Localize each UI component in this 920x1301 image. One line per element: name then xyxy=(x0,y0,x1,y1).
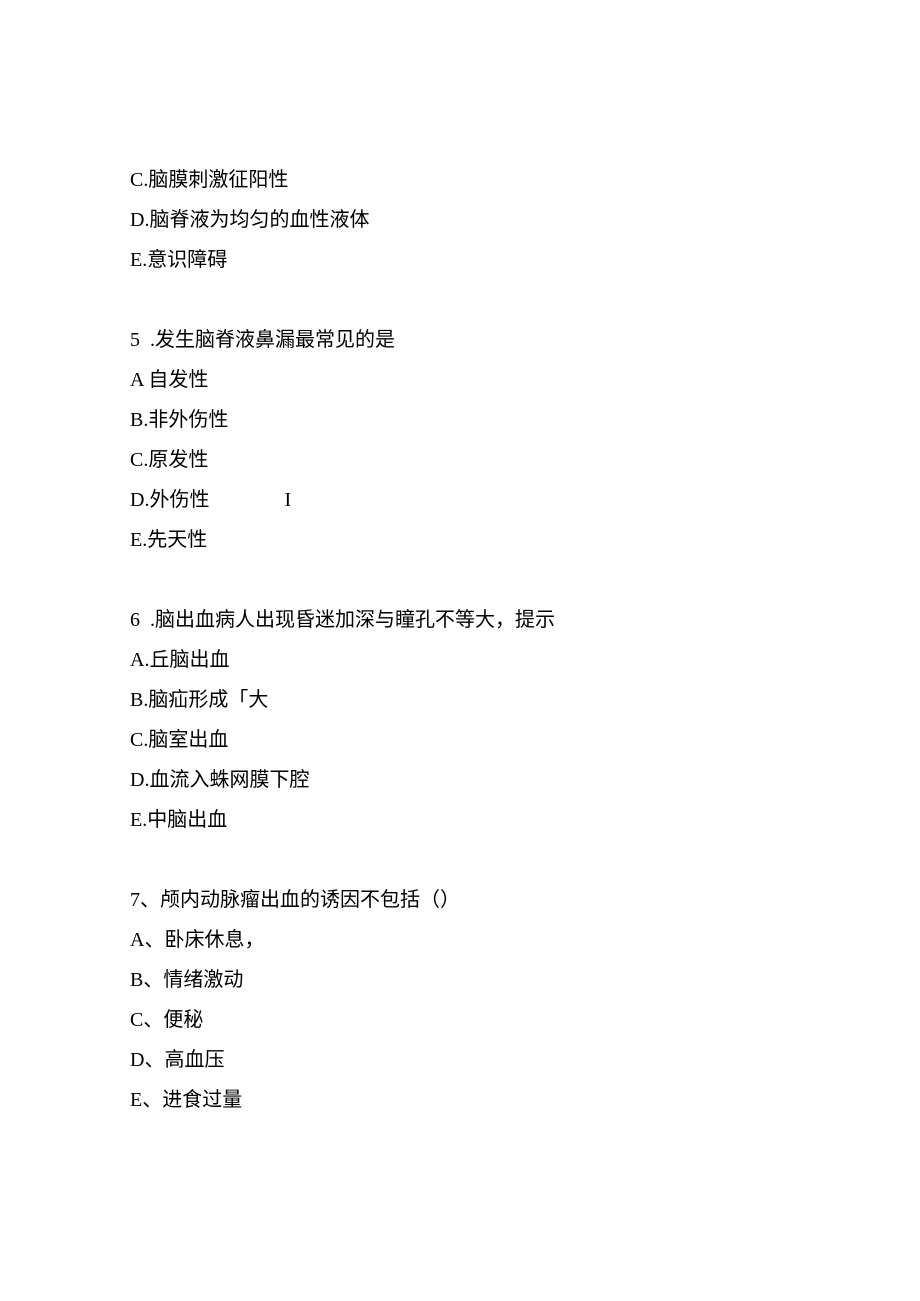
document-page: C.脑膜刺激征阳性 D.脑脊液为均匀的血性液体 E.意识障碍 5 .发生脑脊液鼻… xyxy=(0,0,920,1301)
option-b: B.非外伤性 xyxy=(130,400,790,440)
question-stem: 6 .脑出血病人出现昏迷加深与瞳孔不等大，提示 xyxy=(130,600,790,640)
option-c: C.脑室出血 xyxy=(130,720,790,760)
option-a: A、卧床休息， xyxy=(130,920,790,960)
option-d: D.外伤性 I xyxy=(130,480,790,520)
option-a: A 自发性 xyxy=(130,360,790,400)
option-d: D、高血压 xyxy=(130,1040,790,1080)
option-d: D.脑脊液为均匀的血性液体 xyxy=(130,200,790,240)
option-c: C.原发性 xyxy=(130,440,790,480)
option-c: C.脑膜刺激征阳性 xyxy=(130,160,790,200)
question-6: 6 .脑出血病人出现昏迷加深与瞳孔不等大，提示 A.丘脑出血 B.脑疝形成「大 … xyxy=(130,600,790,840)
option-b: B、情绪激动 xyxy=(130,960,790,1000)
option-d: D.血流入蛛网膜下腔 xyxy=(130,760,790,800)
question-stem: 7、颅内动脉瘤出血的诱因不包括（） xyxy=(130,880,790,920)
option-e: E.先天性 xyxy=(130,520,790,560)
question-5: 5 .发生脑脊液鼻漏最常见的是 A 自发性 B.非外伤性 C.原发性 D.外伤性… xyxy=(130,320,790,560)
option-e: E.意识障碍 xyxy=(130,240,790,280)
option-c: C、便秘 xyxy=(130,1000,790,1040)
question-tail-options: C.脑膜刺激征阳性 D.脑脊液为均匀的血性液体 E.意识障碍 xyxy=(130,160,790,280)
option-e: E、进食过量 xyxy=(130,1080,790,1120)
question-7: 7、颅内动脉瘤出血的诱因不包括（） A、卧床休息， B、情绪激动 C、便秘 D、… xyxy=(130,880,790,1120)
option-a: A.丘脑出血 xyxy=(130,640,790,680)
question-stem: 5 .发生脑脊液鼻漏最常见的是 xyxy=(130,320,790,360)
option-b: B.脑疝形成「大 xyxy=(130,680,790,720)
option-e: E.中脑出血 xyxy=(130,800,790,840)
